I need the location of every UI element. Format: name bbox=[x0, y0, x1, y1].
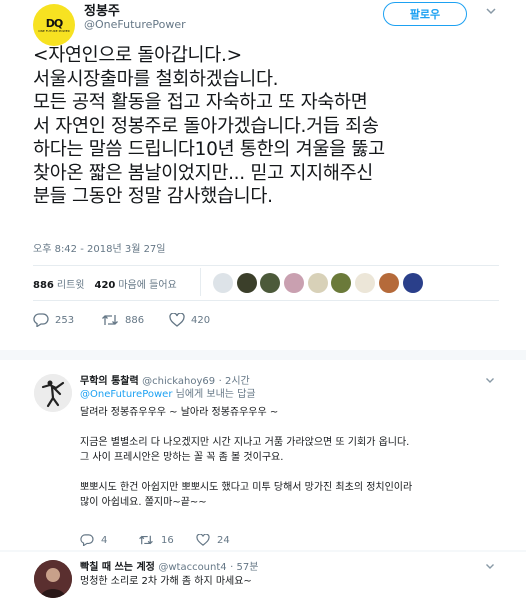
reply-action[interactable]: 4 bbox=[80, 534, 138, 546]
reply-time: · 2시간 bbox=[218, 376, 250, 387]
reply-author-handle: @chickahoy69 bbox=[142, 376, 216, 387]
like-action[interactable]: 24 bbox=[196, 534, 254, 546]
reply-count: 4 bbox=[101, 534, 108, 546]
reply-author-name: 무학의 통찰력 bbox=[80, 376, 139, 387]
liker-avatars bbox=[213, 273, 426, 293]
chevron-down-icon[interactable] bbox=[484, 374, 496, 386]
reply-icon bbox=[33, 313, 49, 327]
divider bbox=[33, 300, 499, 301]
liker-avatar[interactable] bbox=[260, 273, 281, 293]
reply-to-line: @OneFuturePower 님에게 보내는 답글 bbox=[80, 387, 256, 402]
retweet-icon bbox=[139, 535, 153, 545]
tweet-actions: 253 886 420 bbox=[33, 313, 237, 327]
stats-separator bbox=[200, 268, 201, 296]
chevron-down-icon[interactable] bbox=[484, 560, 496, 572]
liker-avatar[interactable] bbox=[355, 273, 376, 293]
avatar-logo: DQ bbox=[45, 16, 64, 30]
person-image bbox=[34, 560, 72, 598]
author-avatar[interactable]: DQ ONE FUTURE POWER bbox=[33, 4, 75, 46]
retweets-count: 886 bbox=[33, 279, 54, 291]
reply-to-mention[interactable]: @OneFuturePower bbox=[80, 389, 172, 400]
author-name[interactable]: 정봉주 bbox=[84, 0, 120, 19]
divider bbox=[33, 265, 499, 266]
likes-stat[interactable]: 420 마음에 들어요 bbox=[94, 276, 176, 291]
liker-avatar[interactable] bbox=[307, 273, 328, 293]
retweet-action[interactable]: 886 bbox=[101, 313, 169, 327]
heart-icon bbox=[169, 313, 185, 327]
reply-time: · 57분 bbox=[230, 562, 259, 573]
reply-text: 달려라 정봉쥬우우우 ~ 날아라 정봉쥬우우우 ~ 지금은 별별소리 다 나오겠… bbox=[80, 407, 413, 508]
reply-actions: 4 16 24 bbox=[80, 534, 254, 546]
likes-label: 마음에 들어요 bbox=[118, 279, 177, 291]
retweets-stat[interactable]: 886 리트윗 bbox=[33, 276, 84, 291]
reply-text: 멍청한 소리로 2차 가해 좀 하지 마세요~ bbox=[80, 576, 252, 587]
liker-avatar[interactable] bbox=[378, 273, 399, 293]
like-count: 420 bbox=[191, 314, 211, 326]
main-tweet: DQ ONE FUTURE POWER 정봉주 @OneFuturePower … bbox=[0, 0, 526, 350]
replies-section: 무학의 통찰력 @chickahoy69 · 2시간 @OneFuturePow… bbox=[0, 350, 526, 600]
liker-avatar[interactable] bbox=[402, 273, 423, 293]
liker-avatar[interactable] bbox=[284, 273, 305, 293]
reply-count: 253 bbox=[55, 314, 75, 326]
chevron-down-icon[interactable] bbox=[484, 4, 498, 18]
retweet-count: 886 bbox=[125, 314, 145, 326]
reply-avatar[interactable] bbox=[34, 560, 72, 598]
reply-author-handle: @wtaccount4 bbox=[158, 562, 227, 573]
author-handle[interactable]: @OneFuturePower bbox=[84, 18, 186, 31]
reply-item[interactable]: 무학의 통찰력 @chickahoy69 · 2시간 @OneFuturePow… bbox=[0, 360, 526, 550]
follow-button[interactable]: 팔로우 bbox=[383, 2, 467, 26]
reply-action[interactable]: 253 bbox=[33, 313, 101, 327]
likes-count: 420 bbox=[94, 279, 116, 291]
reply-author[interactable]: 무학의 통찰력 @chickahoy69 · 2시간 bbox=[80, 372, 250, 387]
reply-author-name: 빡칠 때 쓰는 계정 bbox=[80, 562, 155, 573]
tweet-text: <자연인으로 돌아갑니다.> 서울시장출마를 철회하겠습니다. 모든 공적 활동… bbox=[33, 45, 385, 207]
avatar-logo-subtext: ONE FUTURE POWER bbox=[38, 28, 70, 33]
heart-icon bbox=[196, 534, 210, 546]
reply-author[interactable]: 빡칠 때 쓰는 계정 @wtaccount4 · 57분 bbox=[80, 558, 258, 573]
like-count: 24 bbox=[217, 534, 230, 546]
liker-avatar[interactable] bbox=[331, 273, 352, 293]
liker-avatar[interactable] bbox=[213, 273, 233, 293]
reply-item[interactable]: 빡칠 때 쓰는 계정 @wtaccount4 · 57분 멍청한 소리로 2차 … bbox=[0, 552, 526, 600]
retweet-count: 16 bbox=[161, 534, 174, 546]
tweet-timestamp[interactable]: 오후 8:42 - 2018년 3월 27일 bbox=[33, 240, 166, 255]
reply-icon bbox=[80, 534, 94, 546]
like-action[interactable]: 420 bbox=[169, 313, 237, 327]
dancer-image bbox=[34, 374, 72, 412]
retweet-action[interactable]: 16 bbox=[138, 534, 196, 546]
retweet-icon bbox=[102, 315, 118, 325]
liker-avatar[interactable] bbox=[236, 273, 257, 293]
reply-avatar[interactable] bbox=[34, 374, 72, 412]
tweet-stats: 886 리트윗 420 마음에 들어요 bbox=[33, 271, 187, 295]
reply-to-label: 님에게 보내는 답글 bbox=[172, 389, 256, 400]
retweets-label: 리트윗 bbox=[56, 279, 85, 291]
